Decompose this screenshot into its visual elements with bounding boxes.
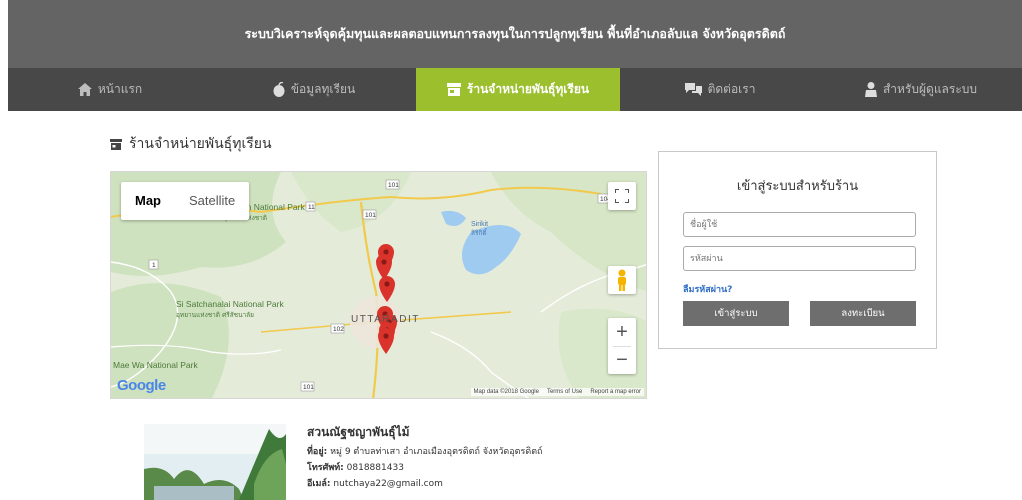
password-field[interactable] xyxy=(683,246,916,271)
pegman-icon xyxy=(618,269,626,291)
nav-label: หน้าแรก xyxy=(97,82,143,96)
store-icon xyxy=(110,138,122,150)
shop-map[interactable]: Sri Nan National Park อุทยานแห่งชาติ Si … xyxy=(110,171,647,399)
shop-name[interactable]: สวนณัฐชญาพันธุ์ไม้ xyxy=(307,424,543,441)
road-shield: 101 xyxy=(365,212,376,219)
map-type-control: Map Satellite xyxy=(121,182,250,220)
map-label: Si Satchanalai National Park xyxy=(176,299,284,309)
nav-item-admin[interactable]: สำหรับผู้ดูแลระบบ xyxy=(820,68,1022,111)
shop-marker[interactable] xyxy=(378,328,394,354)
email-value: nutchaya22@gmail.com xyxy=(333,479,443,489)
email-label: อีเมล์: xyxy=(307,479,331,489)
zoom-control: + − xyxy=(608,318,636,374)
fullscreen-icon xyxy=(615,189,629,203)
street-view-button[interactable] xyxy=(608,266,636,294)
map-attribution: Map data ©2018 Google Terms of Use Repor… xyxy=(470,388,644,396)
user-icon xyxy=(864,82,877,97)
address-label: ที่อยู่: xyxy=(307,447,328,457)
nav-item-home[interactable]: หน้าแรก xyxy=(8,68,212,111)
store-icon xyxy=(446,83,461,96)
phone-value: 0818881433 xyxy=(346,463,404,473)
map-label: Mae Wa National Park xyxy=(113,360,198,370)
phone-label: โทรศัพท์: xyxy=(307,463,344,473)
site-title: ระบบวิเคราะห์จุดคุ้มทุนและผลตอบแทนการลงท… xyxy=(244,26,786,41)
nav-label: ข้อมูลทุเรียน xyxy=(290,82,356,96)
address-value: หมู่ 9 ตำบลท่าเสา อำเภอเมืองอุตรดิตถ์ จั… xyxy=(330,447,543,457)
zoom-out-button[interactable]: − xyxy=(616,347,628,374)
nav-label: สำหรับผู้ดูแลระบบ xyxy=(882,82,978,96)
road-shield: 102 xyxy=(333,326,344,333)
shop-details: สวนณัฐชญาพันธุ์ไม้ ที่อยู่: หมู่ 9 ตำบลท… xyxy=(307,424,543,492)
chat-icon xyxy=(684,83,702,96)
map-label: อุทยานแห่งชาติ ศรีสัชนาลัย xyxy=(176,311,254,319)
nav-item-durian-shops[interactable]: ร้านจำหน่ายพันธุ์ทุเรียน xyxy=(416,68,620,111)
zoom-in-button[interactable]: + xyxy=(616,318,628,346)
map-label: สิริกิติ์ xyxy=(471,228,488,237)
map-label: UTTARADIT xyxy=(351,314,420,325)
home-icon xyxy=(77,83,92,96)
road-shield: 1 xyxy=(152,262,156,269)
shop-login-panel: เข้าสู่ระบบสำหรับร้าน ลืมรหัสผ่าน? เข้าส… xyxy=(658,151,937,349)
shop-photo xyxy=(144,424,286,500)
main-nav: หน้าแรก ข้อมูลทุเรียน ร้านจำหน่ายพันธุ์ท… xyxy=(8,68,1022,111)
page-title-text: ร้านจำหน่ายพันธุ์ทุเรียน xyxy=(129,136,272,152)
forgot-password-link[interactable]: ลืมรหัสผ่าน? xyxy=(683,282,732,296)
road-shield: 101 xyxy=(388,182,399,189)
report-link[interactable]: Report a map error xyxy=(590,389,641,395)
login-button[interactable]: เข้าสู่ระบบ xyxy=(683,301,789,326)
google-logo: Google xyxy=(117,377,166,394)
username-field[interactable] xyxy=(683,212,916,237)
site-header: ระบบวิเคราะห์จุดคุ้มทุนและผลตอบแทนการลงท… xyxy=(8,0,1022,68)
map-type-satellite[interactable]: Satellite xyxy=(175,182,249,220)
road-shield: 11 xyxy=(308,204,315,211)
nav-item-contact[interactable]: ติดต่อเรา xyxy=(620,68,820,111)
register-button[interactable]: ลงทะเบียน xyxy=(810,301,916,326)
shop-phone: โทรศัพท์: 0818881433 xyxy=(307,460,543,476)
shop-email: อีเมล์: nutchaya22@gmail.com xyxy=(307,476,543,492)
durian-icon xyxy=(273,82,285,97)
map-type-map[interactable]: Map xyxy=(121,182,175,220)
shop-marker[interactable] xyxy=(376,254,392,280)
nav-label: ติดต่อเรา xyxy=(707,82,756,96)
login-title: เข้าสู่ระบบสำหรับร้าน xyxy=(736,179,859,194)
page-title: ร้านจำหน่ายพันธุ์ทุเรียน xyxy=(110,133,272,155)
map-data-text: Map data ©2018 Google xyxy=(473,389,539,395)
terms-link[interactable]: Terms of Use xyxy=(547,389,582,395)
map-label: Sirikit xyxy=(471,221,488,228)
shop-address: ที่อยู่: หมู่ 9 ตำบลท่าเสา อำเภอเมืองอุต… xyxy=(307,444,543,460)
road-shield: 101 xyxy=(303,384,314,391)
nav-item-durian-info[interactable]: ข้อมูลทุเรียน xyxy=(212,68,416,111)
fullscreen-button[interactable] xyxy=(608,182,636,210)
nav-label: ร้านจำหน่ายพันธุ์ทุเรียน xyxy=(466,82,590,96)
shop-list-item: สวนณัฐชญาพันธุ์ไม้ ที่อยู่: หมู่ 9 ตำบลท… xyxy=(144,424,844,500)
